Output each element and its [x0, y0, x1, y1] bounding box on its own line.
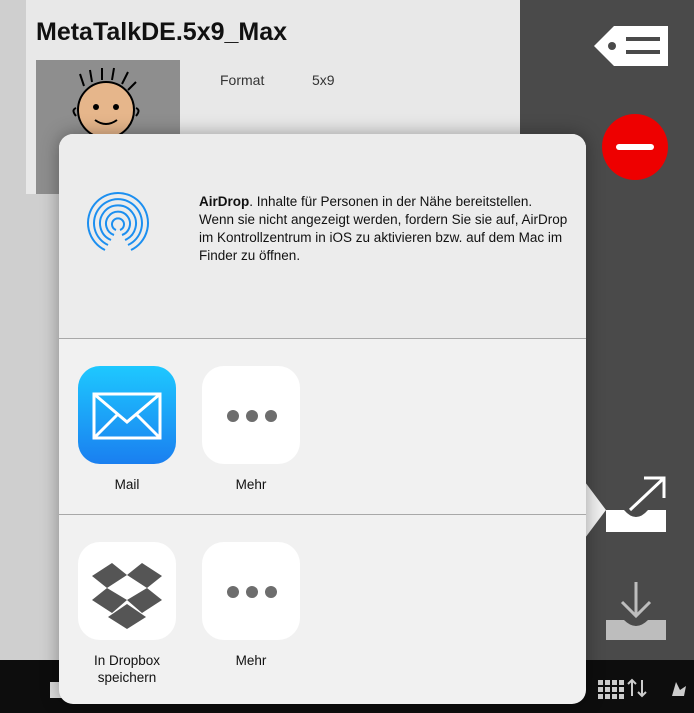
delete-button[interactable] — [602, 114, 668, 180]
airdrop-section[interactable]: AirDrop. Inhalte für Personen in der Näh… — [59, 134, 586, 338]
share-action-dropbox[interactable]: In Dropbox speichern — [77, 542, 177, 686]
tag-list-icon[interactable] — [592, 22, 670, 70]
more-icon — [202, 366, 300, 464]
dropbox-icon — [78, 542, 176, 640]
share-app-label: Mehr — [235, 477, 267, 492]
airdrop-text: . Inhalte für Personen in der Nähe berei… — [199, 194, 568, 263]
share-sheet: AirDrop. Inhalte für Personen in der Näh… — [59, 134, 586, 704]
share-app-label: Mehr — [235, 653, 267, 668]
minus-icon — [616, 144, 654, 150]
share-app-label: In Dropbox speichern — [93, 653, 161, 685]
share-app-label: Mail — [114, 477, 140, 492]
mail-icon — [78, 366, 176, 464]
divider — [59, 338, 586, 339]
share-app-mail[interactable]: Mail — [77, 366, 177, 493]
background-left-strip — [0, 0, 26, 660]
document-title: MetaTalkDE.5x9_Max — [36, 18, 288, 46]
airdrop-name: AirDrop — [199, 194, 250, 209]
airdrop-description: AirDrop. Inhalte für Personen in der Näh… — [199, 193, 569, 265]
download-icon[interactable] — [600, 576, 672, 642]
format-value: 5x9 — [312, 72, 335, 88]
share-export-icon[interactable] — [600, 470, 672, 536]
share-action-more[interactable]: Mehr — [201, 366, 301, 493]
more-icon — [202, 542, 300, 640]
airdrop-icon — [87, 191, 149, 251]
grid-sort-icon[interactable] — [596, 676, 694, 702]
share-action-more-2[interactable]: Mehr — [201, 542, 301, 669]
format-label: Format — [220, 72, 265, 88]
divider — [59, 514, 586, 515]
